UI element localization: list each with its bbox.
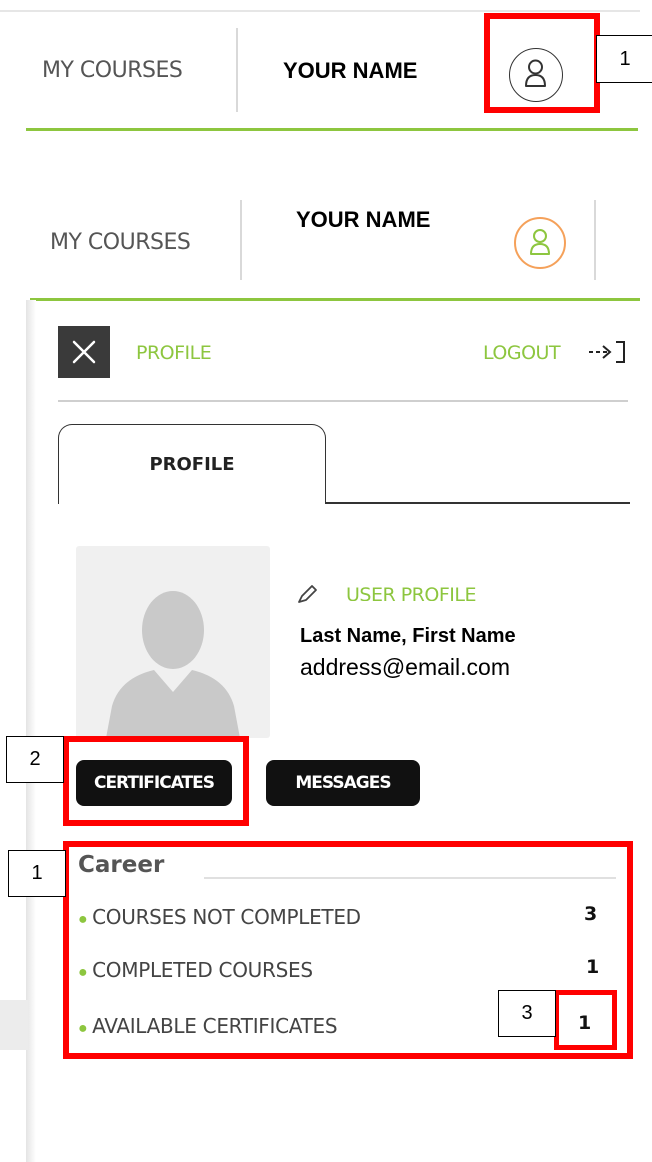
highlight-certificates	[63, 736, 249, 826]
nav-my-courses-open[interactable]: MY COURSES	[50, 230, 191, 255]
nav-your-name[interactable]: YOUR NAME	[283, 58, 417, 84]
logout-link[interactable]: LOGOUT	[483, 342, 561, 364]
messages-button[interactable]: MESSAGES	[266, 760, 420, 806]
user-avatar-button-open[interactable]	[514, 217, 566, 269]
panel-top-line	[30, 298, 640, 301]
nav-divider-open	[240, 200, 242, 280]
avatar-placeholder-icon	[106, 591, 240, 738]
callout-3-available: 3	[498, 990, 556, 1037]
top-divider	[0, 10, 640, 12]
close-button[interactable]	[58, 326, 110, 378]
user-name: Last Name, First Name	[300, 625, 516, 647]
highlight-available-count	[554, 990, 617, 1050]
user-email: address@email.com	[300, 654, 510, 680]
logout-icon[interactable]	[586, 338, 630, 366]
highlight-avatar	[484, 13, 600, 113]
profile-picture	[76, 546, 270, 738]
header-underline	[26, 128, 638, 131]
user-profile-link[interactable]: USER PROFILE	[346, 584, 476, 601]
callout-1-avatar: 1	[596, 35, 652, 83]
nav-your-name-open[interactable]: YOUR NAME	[296, 207, 430, 233]
profile-link[interactable]: PROFILE	[136, 342, 212, 364]
nav-divider-right	[594, 200, 596, 280]
nav-divider	[236, 28, 238, 112]
callout-2-certificates: 2	[6, 736, 64, 783]
panel-divider	[58, 400, 628, 402]
background-strip	[0, 1000, 28, 1050]
edit-pencil-icon	[296, 582, 320, 606]
nav-my-courses[interactable]: MY COURSES	[42, 58, 183, 83]
callout-1-career: 1	[8, 850, 66, 897]
close-icon	[72, 340, 96, 364]
user-icon-open	[530, 229, 550, 255]
tab-baseline	[326, 502, 630, 504]
tab-profile[interactable]: PROFILE	[58, 424, 326, 504]
